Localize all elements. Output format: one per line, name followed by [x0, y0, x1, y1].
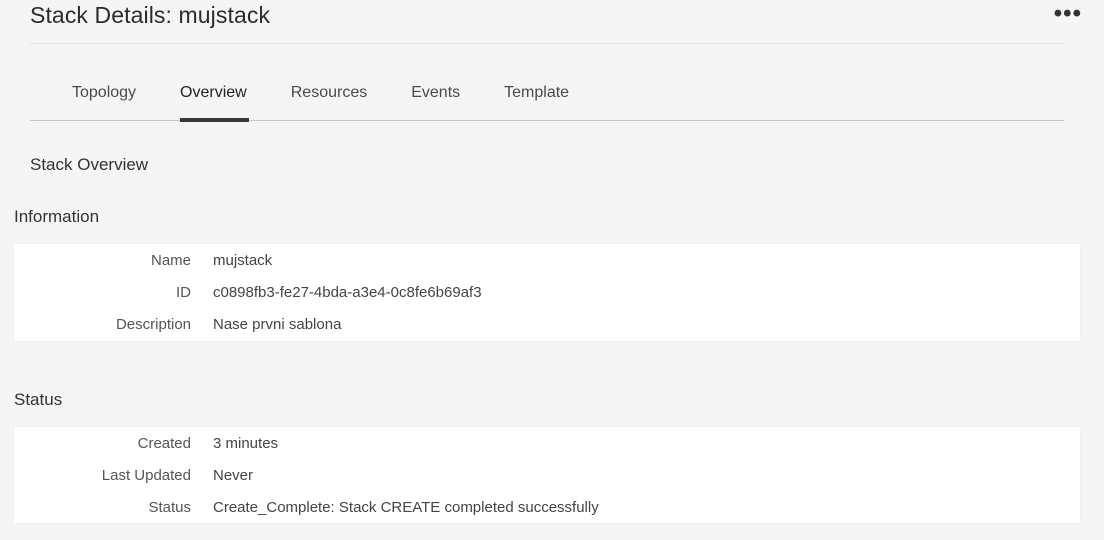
status-value-last-updated: Never	[213, 466, 254, 484]
info-row-id: ID c0898fb3-fe27-4bda-a3e4-0c8fe6b69af3	[14, 276, 1080, 308]
status-row-created: Created 3 minutes	[14, 427, 1080, 459]
status-label-created: Created	[137, 434, 191, 452]
status-row-last-updated: Last Updated Never	[14, 459, 1080, 491]
info-value-description: Nase prvni sablona	[213, 315, 342, 333]
info-label-description: Description	[115, 315, 191, 333]
status-row-status: Status Create_Complete: Stack CREATE com…	[14, 491, 1080, 523]
title-divider	[30, 43, 1064, 44]
status-value-created: 3 minutes	[213, 434, 279, 452]
tab-template[interactable]: Template	[504, 80, 569, 121]
status-heading: Status	[14, 390, 63, 409]
info-row-description: Description Nase prvni sablona	[14, 308, 1080, 340]
status-label-last-updated: Last Updated	[101, 466, 191, 484]
page-title: Stack Details: mujstack	[30, 2, 271, 28]
info-label-id: ID	[176, 283, 191, 301]
information-card: Name mujstack ID c0898fb3-fe27-4bda-a3e4…	[14, 244, 1080, 341]
more-actions-icon[interactable]: •••	[1054, 2, 1082, 26]
tab-bar: Topology Overview Resources Events Templ…	[30, 80, 1064, 122]
information-heading: Information	[14, 207, 100, 226]
tab-resources[interactable]: Resources	[291, 80, 367, 121]
tab-topology[interactable]: Topology	[72, 80, 136, 121]
info-row-name: Name mujstack	[14, 244, 1080, 276]
info-value-name: mujstack	[213, 251, 273, 269]
status-card: Created 3 minutes Last Updated Never Sta…	[14, 427, 1080, 523]
info-value-id: c0898fb3-fe27-4bda-a3e4-0c8fe6b69af3	[213, 283, 482, 301]
tab-events[interactable]: Events	[411, 80, 460, 121]
stack-overview-heading: Stack Overview	[30, 155, 149, 174]
tab-overview[interactable]: Overview	[180, 80, 249, 122]
status-label-status: Status	[148, 498, 191, 516]
info-label-name: Name	[150, 251, 191, 269]
status-value-status: Create_Complete: Stack CREATE completed …	[213, 498, 599, 516]
